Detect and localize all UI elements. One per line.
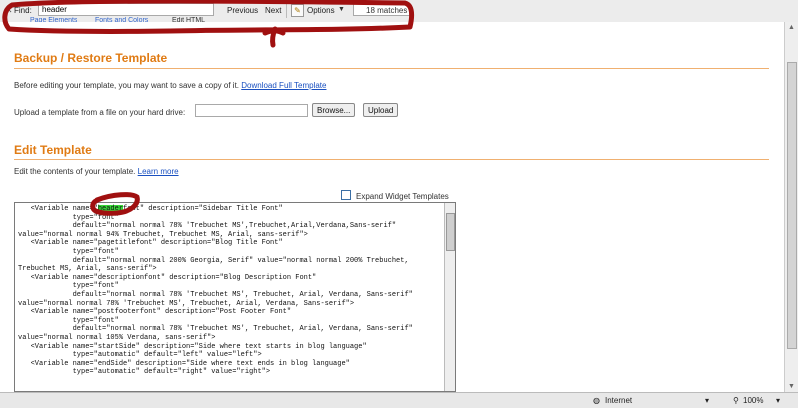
edit-template-title: Edit Template — [14, 143, 92, 157]
code-line: type="font" — [72, 316, 119, 325]
code-line: default="normal normal 200% Georgia, Ser… — [72, 256, 409, 265]
code-line: type="automatic" default="left" value="l… — [72, 351, 262, 360]
download-template-link[interactable]: Download Full Template — [241, 81, 326, 90]
zoom-level[interactable]: 100% — [743, 396, 763, 405]
code-line: default="normal normal 78% 'Trebuchet MS… — [72, 290, 413, 299]
upload-button[interactable]: Upload — [363, 103, 399, 117]
code-line: type="automatic" default="right" value="… — [72, 368, 271, 377]
backup-intro-text: Before editing your template, you may wa… — [14, 81, 240, 90]
scroll-down-icon[interactable]: ▼ — [788, 383, 795, 390]
editor-scroll-thumb[interactable] — [446, 213, 455, 251]
close-icon[interactable]: ✕ — [5, 5, 13, 16]
chevron-down-icon[interactable]: ▾ — [776, 396, 780, 405]
edit-intro-text: Edit the contents of your template. — [14, 167, 136, 176]
code-line: <Variable name="descriptionfont" descrip… — [30, 273, 317, 282]
divider — [14, 159, 769, 160]
backup-title: Backup / Restore Template — [14, 51, 168, 65]
template-code-editor[interactable]: <Variable name="headerfont" description=… — [14, 202, 456, 392]
divider — [14, 68, 769, 69]
status-bar: ◍ Internet ▾ ⚲ 100% ▾ — [0, 392, 798, 408]
edit-intro: Edit the contents of your template. Lear… — [14, 167, 179, 176]
code-line: value="normal normal 105% Verdana, sans-… — [18, 333, 216, 342]
expand-widgets-checkbox[interactable] — [341, 190, 351, 200]
search-highlight: header — [97, 205, 124, 213]
code-line: <Variable name="startSide" description="… — [30, 342, 367, 351]
code-line: value="normal normal 94% Trebuchet, Treb… — [18, 230, 308, 239]
find-label: Find: — [14, 6, 32, 15]
learn-more-link[interactable]: Learn more — [138, 167, 179, 176]
code-line: default="normal normal 78% 'Trebuchet MS… — [72, 325, 413, 334]
code-line: type="font" — [72, 282, 119, 291]
zoom-icon[interactable]: ⚲ — [733, 396, 739, 405]
file-path-input[interactable] — [195, 104, 308, 117]
chevron-down-icon[interactable]: ▼ — [338, 6, 345, 13]
code-line: <Variable name="endSide" description="Si… — [30, 359, 350, 368]
expand-widgets-label: Expand Widget Templates — [356, 192, 449, 201]
browse-button[interactable]: Browse... — [312, 103, 356, 117]
code-body: type="font" default="normal normal 78% '… — [15, 214, 455, 377]
scroll-up-icon[interactable]: ▲ — [788, 24, 795, 31]
code-line: <Variable name="pagetitlefont" descripti… — [30, 239, 283, 248]
options-button[interactable]: Options — [307, 6, 335, 15]
protected-mode-icon: ▾ — [705, 396, 710, 405]
previous-button[interactable]: Previous — [227, 6, 258, 15]
next-button[interactable]: Next — [265, 6, 281, 15]
pencil-icon[interactable]: ✎ — [291, 4, 304, 17]
code-line: Trebuchet MS, Arial, sans-serif"> — [18, 265, 157, 274]
zone-label: Internet — [605, 396, 633, 405]
separator — [286, 3, 287, 18]
code-line: value="normal normal 78% 'Trebuchet MS',… — [18, 299, 355, 308]
backup-intro: Before editing your template, you may wa… — [14, 81, 326, 90]
main-content: Backup / Restore Template Before editing… — [0, 22, 785, 392]
page-scroll-thumb[interactable] — [787, 62, 797, 349]
globe-icon: ◍ — [593, 396, 600, 405]
code-first-line: <Variable name="headerfont" description=… — [18, 205, 283, 213]
code-line: type="font" — [72, 247, 119, 256]
code-line: type="font" — [72, 213, 119, 222]
editor-scrollbar[interactable] — [444, 203, 455, 391]
code-line: default="normal normal 78% 'Trebuchet MS… — [72, 222, 397, 231]
page-scrollbar[interactable]: ▲ ▼ — [784, 22, 798, 392]
match-count: 18 matches — [353, 3, 410, 16]
expand-widgets-toggle[interactable]: Expand Widget Templates — [341, 190, 449, 201]
code-line: <Variable name="postfooterfont" descript… — [30, 308, 292, 317]
upload-label: Upload a template from a file on your ha… — [14, 108, 186, 117]
find-input[interactable] — [38, 3, 214, 16]
